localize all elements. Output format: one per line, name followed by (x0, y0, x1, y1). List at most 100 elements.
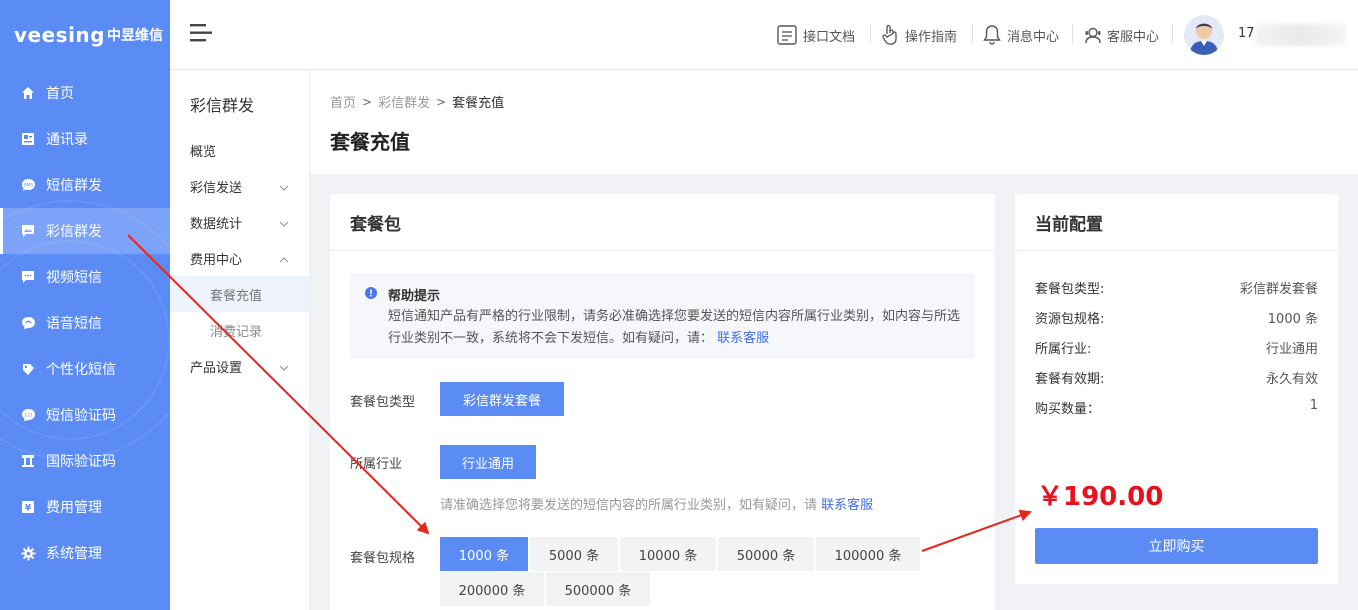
sidebar-item-label: 国际验证码 (46, 454, 116, 470)
sidebar-item-mms[interactable]: 彩信群发 (0, 208, 170, 254)
main-sidebar: veesing 中昱维信 首页 通讯录 SMS 短信群发 彩信群发 视频短信 语… (0, 0, 170, 610)
guide-link[interactable]: 操作指南 (880, 24, 957, 46)
sidebar-item-label: 视频短信 (46, 270, 102, 286)
spec-option-50000[interactable]: 50000 条 (718, 537, 814, 571)
voice-sms-icon (20, 315, 36, 331)
help-tip-body: 短信通知产品有严格的行业限制，请务必准确选择您要发送的短信内容所属行业类别，如内… (388, 309, 961, 346)
config-key: 所属行业: (1035, 342, 1092, 357)
contact-support-link[interactable]: 联系客服 (717, 331, 769, 346)
spec-option-5000[interactable]: 5000 条 (530, 537, 618, 571)
sms-code-icon: 123 (20, 407, 36, 423)
submenu-item-recharge[interactable]: 套餐充值 (170, 276, 309, 312)
contacts-icon (20, 131, 36, 147)
sidebar-item-label: 费用管理 (46, 500, 102, 516)
support-center-link[interactable]: 客服中心 (1084, 24, 1159, 46)
industry-label: 所属行业 (350, 457, 403, 472)
sidebar-item-label: 彩信群发 (46, 224, 102, 240)
config-row-type: 套餐包类型: 彩信群发套餐 (1035, 278, 1318, 298)
sidebar-item-video-sms[interactable]: 视频短信 (0, 254, 170, 300)
svg-text:123: 123 (24, 412, 32, 417)
sidebar-item-billing[interactable]: ¥ 费用管理 (0, 484, 170, 530)
spec-option-200000[interactable]: 200000 条 (440, 572, 544, 606)
submenu-item-overview[interactable]: 概览 (170, 132, 309, 168)
package-type-option[interactable]: 彩信群发套餐 (440, 382, 564, 416)
submenu-item-label: 概览 (190, 144, 217, 160)
industry-option[interactable]: 行业通用 (440, 445, 536, 479)
sidebar-item-personalized-sms[interactable]: 个性化短信 (0, 346, 170, 392)
breadcrumb-home[interactable]: 首页 (330, 92, 356, 111)
hand-pointer-icon (880, 24, 900, 46)
config-card-title: 当前配置 (1035, 215, 1103, 235)
sidebar-item-voice-sms[interactable]: 语音短信 (0, 300, 170, 346)
divider (1015, 250, 1338, 251)
config-value: 彩信群发套餐 (1239, 282, 1318, 297)
sub-menu: 彩信群发 概览 彩信发送 数据统计 费用中心 套餐充值 消费记录 产品设置 (170, 70, 310, 610)
divider (870, 24, 871, 44)
spec-option-500000[interactable]: 500000 条 (546, 572, 650, 606)
brand-logo[interactable]: veesing 中昱维信 (0, 0, 170, 70)
sms-icon: SMS (20, 177, 36, 193)
user-avatar[interactable] (1184, 15, 1224, 55)
sidebar-item-label: 首页 (46, 86, 74, 102)
menu-toggle-icon[interactable] (190, 23, 212, 47)
video-sms-icon (20, 269, 36, 285)
package-card-title: 套餐包 (350, 215, 401, 235)
help-tip-box: 帮助提示 短信通知产品有严格的行业限制，请务必准确选择您要发送的短信内容所属行业… (350, 273, 975, 359)
spec-option-1000[interactable]: 1000 条 (440, 537, 528, 571)
sidebar-item-label: 系统管理 (46, 546, 102, 562)
package-spec-label: 套餐包规格 (350, 551, 416, 566)
gear-icon (20, 545, 36, 561)
message-center-label: 消息中心 (1007, 29, 1060, 45)
package-card: 套餐包 帮助提示 短信通知产品有严格的行业限制，请务必准确选择您要发送的短信内容… (330, 194, 995, 610)
breadcrumb: 首页 > 彩信群发 > 套餐充值 (330, 92, 505, 112)
sidebar-item-label: 短信验证码 (46, 408, 116, 424)
submenu-item-records[interactable]: 消费记录 (170, 312, 309, 348)
industry-hint-text: 请准确选择您将要发送的短信内容的所属行业类别，如有疑问，请 (440, 498, 818, 513)
chevron-down-icon (279, 360, 289, 375)
spec-option-10000[interactable]: 10000 条 (620, 537, 716, 571)
sidebar-item-label: 个性化短信 (46, 362, 116, 378)
submenu-item-product-settings[interactable]: 产品设置 (170, 348, 309, 384)
brand-logo-text: veesing (14, 23, 105, 47)
submenu-item-stats[interactable]: 数据统计 (170, 204, 309, 240)
config-key: 购买数量： (1035, 402, 1101, 417)
user-name[interactable]: 17 (1238, 26, 1255, 41)
help-tip-title: 帮助提示 (388, 289, 441, 304)
yen-icon: ¥ (20, 499, 36, 515)
support-icon (1084, 26, 1102, 44)
submenu-item-send[interactable]: 彩信发送 (170, 168, 309, 204)
divider (972, 24, 973, 44)
config-row-industry: 所属行业: 行业通用 (1035, 338, 1318, 358)
sidebar-item-system[interactable]: 系统管理 (0, 530, 170, 576)
contact-support-link[interactable]: 联系客服 (821, 498, 873, 513)
breadcrumb-section[interactable]: 彩信群发 (378, 92, 430, 111)
sidebar-item-home[interactable]: 首页 (0, 70, 170, 116)
top-bar: 接口文档 操作指南 消息中心 客服中心 17 (170, 0, 1358, 70)
doc-icon (776, 24, 798, 46)
mms-icon (20, 223, 36, 239)
sidebar-item-sms[interactable]: SMS 短信群发 (0, 162, 170, 208)
industry-hint: 请准确选择您将要发送的短信内容的所属行业类别，如有疑问，请 联系客服 (440, 494, 873, 513)
config-row-spec: 资源包规格: 1000 条 (1035, 308, 1318, 328)
chevron-right-icon: > (436, 94, 447, 109)
sidebar-item-intl-code[interactable]: 国际验证码 (0, 438, 170, 484)
config-row-validity: 套餐有效期: 永久有效 (1035, 368, 1318, 388)
spec-option-100000[interactable]: 100000 条 (816, 537, 920, 571)
config-key: 套餐有效期: (1035, 372, 1105, 387)
submenu-item-label: 费用中心 (190, 252, 243, 268)
sidebar-item-label: 语音短信 (46, 316, 102, 332)
chevron-down-icon (279, 180, 289, 195)
sidebar-item-contacts[interactable]: 通讯录 (0, 116, 170, 162)
buy-now-button[interactable]: 立即购买 (1035, 528, 1318, 564)
message-center-link[interactable]: 消息中心 (982, 24, 1059, 46)
intl-code-icon (20, 453, 36, 469)
api-docs-link[interactable]: 接口文档 (776, 24, 855, 46)
divider (330, 250, 995, 251)
svg-text:SMS: SMS (23, 183, 33, 189)
support-center-label: 客服中心 (1107, 29, 1160, 45)
breadcrumb-current: 套餐充值 (452, 96, 505, 111)
submenu-item-billing[interactable]: 费用中心 (170, 240, 309, 276)
sidebar-item-sms-code[interactable]: 123 短信验证码 (0, 392, 170, 438)
help-tip-text: 短信通知产品有严格的行业限制，请务必准确选择您要发送的短信内容所属行业类别，如内… (388, 306, 968, 350)
config-row-quantity: 购买数量： 1 (1035, 398, 1318, 418)
